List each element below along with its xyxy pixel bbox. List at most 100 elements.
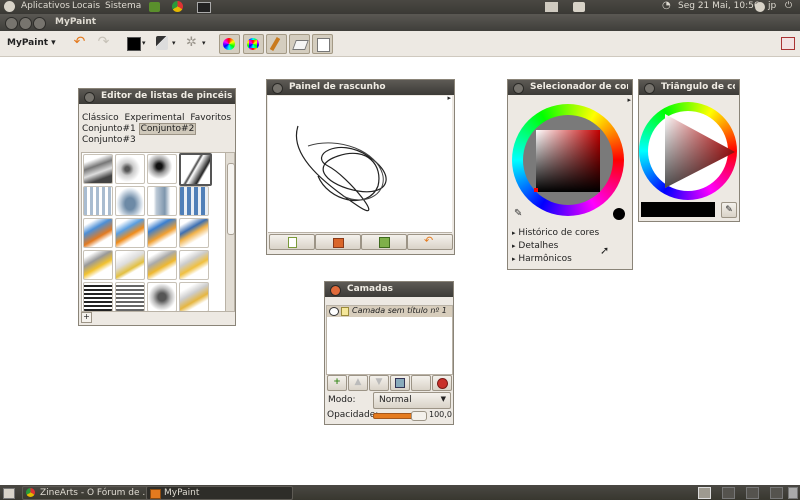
load-scratchpad-button[interactable] <box>315 234 361 250</box>
layers-header[interactable]: Camadas <box>325 282 453 297</box>
brush-group-set2[interactable]: Conjunto#2 <box>138 123 197 135</box>
chrome-icon[interactable] <box>172 1 183 12</box>
brush-thumb[interactable] <box>179 282 209 311</box>
network-status-icon[interactable] <box>545 2 558 12</box>
color-dropdown-icon[interactable]: ▾ <box>142 39 146 47</box>
workspace-switcher-3[interactable] <box>746 487 759 499</box>
brush-list-scrollbar[interactable] <box>225 152 235 312</box>
brush-editor-toggle[interactable] <box>266 34 287 54</box>
lock-icon[interactable] <box>341 307 349 316</box>
triangle-hue-ring[interactable] <box>639 102 737 200</box>
merge-layer-button[interactable] <box>411 375 431 391</box>
lower-layer-button[interactable]: ▼ <box>369 375 389 391</box>
brush-settings-icon[interactable] <box>156 36 168 50</box>
scratchpad-header[interactable]: Painel de rascunho <box>267 80 454 95</box>
opacity-slider-handle[interactable] <box>411 411 427 421</box>
brush-group-set3[interactable]: Conjunto#3 <box>82 135 136 145</box>
brush-thumb[interactable] <box>147 154 177 184</box>
brush-thumb-selected[interactable] <box>179 153 212 186</box>
canvas-menu-arrow-icon[interactable]: ▸ <box>447 94 451 102</box>
window-maximize-icon[interactable] <box>33 17 46 30</box>
wifi-icon[interactable]: ◔ <box>662 0 671 11</box>
menu-system[interactable]: Sistema <box>105 1 141 11</box>
user-menu-icon[interactable] <box>755 2 765 12</box>
undo-button[interactable]: ↶ <box>70 34 89 52</box>
power-icon[interactable]: ⏻ <box>785 1 792 11</box>
user-name[interactable]: jp <box>768 1 776 11</box>
workspace-switcher-4[interactable] <box>770 487 783 499</box>
brush-thumb[interactable] <box>179 186 209 216</box>
scratchpad-toggle[interactable] <box>312 34 333 54</box>
launcher-icon[interactable] <box>149 2 160 12</box>
brush-thumb[interactable] <box>115 282 145 311</box>
color-history-expander[interactable]: ▸ Histórico de cores <box>512 228 630 238</box>
harmonics-expander[interactable]: ▸ Harmônicos <box>512 254 630 264</box>
redo-button[interactable]: ↷ <box>94 34 113 52</box>
brush-thumb[interactable] <box>83 250 113 280</box>
brush-thumb[interactable] <box>147 250 177 280</box>
clock[interactable]: Seg 21 Mai, 10:56 <box>678 1 760 11</box>
close-icon[interactable] <box>330 285 341 296</box>
add-brush-icon[interactable]: + <box>81 312 92 323</box>
details-expander[interactable]: ▸ Detalhes <box>512 241 630 251</box>
save-scratchpad-button[interactable] <box>361 234 407 250</box>
brush-thumb[interactable] <box>115 154 145 184</box>
close-icon[interactable] <box>513 83 524 94</box>
gear-icon[interactable]: ✲ <box>186 35 197 50</box>
close-icon[interactable] <box>644 83 655 94</box>
fullscreen-button[interactable] <box>781 37 795 50</box>
saturation-value-square[interactable] <box>536 130 600 192</box>
color-wheel-toggle[interactable] <box>219 34 240 54</box>
brush-thumb[interactable] <box>179 250 209 280</box>
brush-thumb[interactable] <box>147 186 177 216</box>
terminal-icon[interactable] <box>197 2 211 13</box>
eyedropper-icon[interactable]: ✎ <box>514 208 522 219</box>
show-desktop-icon[interactable] <box>3 488 15 499</box>
eyedropper-button[interactable]: ✎ <box>721 202 737 218</box>
brush-thumb[interactable] <box>147 282 177 311</box>
brush-dropdown-icon[interactable]: ▾ <box>172 39 176 47</box>
brush-group-set1[interactable]: Conjunto#1 <box>82 124 136 134</box>
color-selector-header[interactable]: Selecionador de cores <box>508 80 632 95</box>
menu-applications[interactable]: Aplicativos <box>21 1 70 11</box>
brush-group-favorites[interactable]: Favoritos <box>190 113 231 123</box>
panel-menu-arrow-icon[interactable]: ▸ <box>627 96 631 104</box>
brush-thumb[interactable] <box>83 154 113 184</box>
brush-thumb[interactable] <box>115 186 145 216</box>
workspace-switcher-1[interactable] <box>698 487 711 499</box>
gear-dropdown-icon[interactable]: ▾ <box>202 39 206 47</box>
menu-places[interactable]: Locais <box>72 1 100 11</box>
trash-icon[interactable] <box>788 487 798 499</box>
brush-thumb[interactable] <box>147 218 177 248</box>
taskbar-item-browser[interactable]: ZineArts - O Fórum de ... <box>22 486 161 500</box>
window-close-icon[interactable] <box>5 17 18 30</box>
ubuntu-logo-icon[interactable] <box>4 1 15 12</box>
brush-group-experimental[interactable]: Experimental <box>125 113 185 123</box>
indicator-icon[interactable] <box>573 2 585 12</box>
color-swatch-button[interactable] <box>127 37 141 51</box>
taskbar-item-mypaint[interactable]: MyPaint <box>146 486 293 500</box>
eye-icon[interactable] <box>329 307 339 316</box>
app-menu-button[interactable]: MyPaint ▾ <box>7 38 56 48</box>
color-triangle-toggle[interactable] <box>243 34 264 54</box>
scratchpad-canvas[interactable]: ▸ <box>268 94 452 233</box>
color-triangle[interactable] <box>639 102 737 200</box>
brush-thumb[interactable] <box>115 218 145 248</box>
delete-layer-button[interactable] <box>432 375 452 391</box>
brush-thumb[interactable] <box>83 218 113 248</box>
brush-thumb[interactable] <box>115 250 145 280</box>
workspace-switcher-2[interactable] <box>722 487 735 499</box>
color-triangle-header[interactable]: Triângulo de cores <box>639 80 739 95</box>
mode-select[interactable]: Normal ▼ <box>373 392 451 409</box>
current-color-swatch[interactable] <box>613 208 625 220</box>
opacity-slider[interactable] <box>373 411 427 421</box>
close-icon[interactable] <box>84 92 95 103</box>
close-icon[interactable] <box>272 83 283 94</box>
raise-layer-button[interactable]: ▲ <box>348 375 368 391</box>
layers-toggle[interactable] <box>289 34 310 54</box>
layer-row[interactable]: Camada sem título nº 1 <box>327 306 452 317</box>
window-minimize-icon[interactable] <box>19 17 32 30</box>
revert-scratchpad-button[interactable]: ↶ <box>407 234 453 250</box>
new-scratchpad-button[interactable] <box>269 234 315 250</box>
hue-ring[interactable] <box>512 104 624 216</box>
